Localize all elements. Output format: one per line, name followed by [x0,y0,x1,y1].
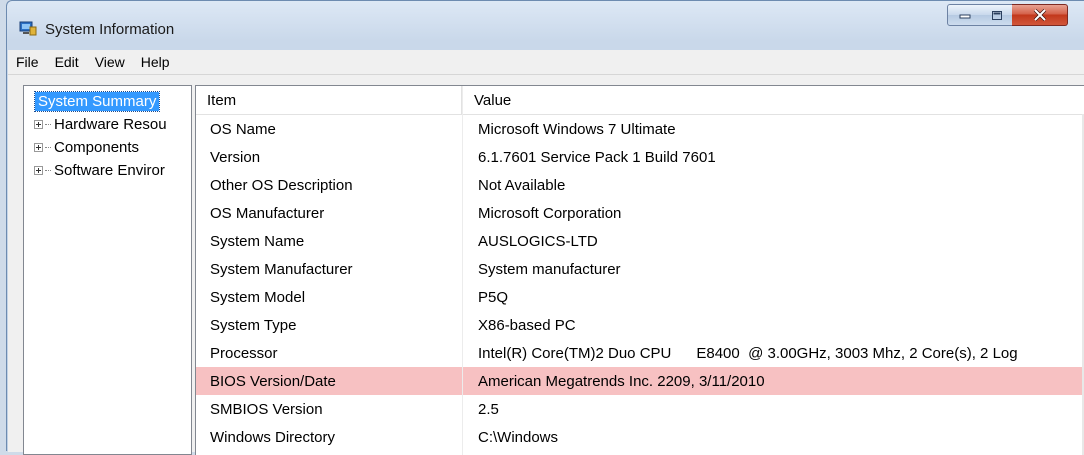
table-row[interactable]: Other OS Description Not Available [196,171,1084,199]
tree-item-system-summary[interactable]: System Summary [33,90,161,112]
tree-item-label: Components [54,138,140,156]
value-cell: Microsoft Windows 7 Ultimate [478,120,676,138]
item-cell: OS Name [210,120,276,138]
table-row-highlighted[interactable]: BIOS Version/Date American Megatrends In… [196,367,1084,395]
menu-view[interactable]: View [87,54,133,70]
table-row[interactable]: System Type X86-based PC [196,311,1084,339]
table-row[interactable]: Version 6.1.7601 Service Pack 1 Build 76… [196,143,1084,171]
value-cell: 2.5 [478,400,499,418]
table-row[interactable]: Windows Directory C:\Windows [196,423,1084,451]
tree-item-software-environment[interactable]: Software Enviror [34,159,165,181]
category-tree[interactable]: System Summary Hardware Resou Components… [23,85,192,455]
value-cell: AUSLOGICS-LTD [478,232,598,250]
value-cell: System manufacturer [478,260,621,278]
tree-item-label: System Summary [33,90,161,112]
column-header-value[interactable]: Value [463,86,1084,114]
menu-help[interactable]: Help [133,54,178,70]
minimize-icon [959,14,970,19]
item-cell: Version [210,148,261,166]
close-icon [1033,9,1046,21]
menu-edit[interactable]: Edit [47,54,87,70]
table-row[interactable]: System Name AUSLOGICS-LTD [196,227,1084,255]
expand-icon[interactable] [34,119,43,129]
close-button[interactable] [1012,4,1068,26]
table-row[interactable]: OS Manufacturer Microsoft Corporation [196,199,1084,227]
maximize-icon [991,10,1002,20]
expand-icon[interactable] [34,165,43,175]
item-cell: System Name [210,232,305,250]
value-cell: C:\Windows [478,428,559,446]
minimize-button[interactable] [947,4,982,26]
tree-item-hardware-resources[interactable]: Hardware Resou [34,113,167,135]
column-divider [462,86,463,455]
value-cell: X86-based PC [478,316,576,334]
table-row[interactable]: Processor Intel(R) Core(TM)2 Duo CPU E84… [196,339,1084,367]
tree-item-label: Software Enviror [54,161,165,179]
column-header-item[interactable]: Item [196,86,462,114]
value-cell: P5Q [478,288,509,306]
tree-item-label: Hardware Resou [54,115,167,133]
title-bar[interactable]: System Information [7,1,1084,51]
item-cell: System Type [210,316,297,334]
item-cell: OS Manufacturer [210,204,325,222]
menu-bar: File Edit View Help [8,50,1084,75]
item-cell: SMBIOS Version [210,400,323,418]
value-cell: Not Available [478,176,566,194]
item-cell: System Model [210,288,306,306]
details-list[interactable]: Item Value OS Name Microsoft Windows 7 U… [195,85,1084,455]
item-cell: Other OS Description [210,176,353,194]
item-cell: System Manufacturer [210,260,353,278]
value-cell: Intel(R) Core(TM)2 Duo CPU E8400 @ 3.00G… [478,344,1018,362]
table-row[interactable]: System Model P5Q [196,283,1084,311]
expand-icon[interactable] [34,142,43,152]
system-information-icon [19,21,37,36]
system-information-window: System Information File Edit View Help S… [6,0,1084,455]
item-cell: BIOS Version/Date [210,372,336,390]
value-cell: American Megatrends Inc. 2209, 3/11/2010 [478,372,765,390]
window-title: System Information [45,21,175,38]
table-row[interactable]: System Manufacturer System manufacturer [196,255,1084,283]
value-cell: Microsoft Corporation [478,204,622,222]
value-cell: 6.1.7601 Service Pack 1 Build 7601 [478,148,716,166]
table-row[interactable]: SMBIOS Version 2.5 [196,395,1084,423]
maximize-button[interactable] [981,4,1013,26]
table-row[interactable]: OS Name Microsoft Windows 7 Ultimate [196,115,1084,143]
item-cell: Windows Directory [210,428,336,446]
item-cell: Processor [210,344,278,362]
list-header: Item Value [196,86,1084,115]
tree-item-components[interactable]: Components [34,136,139,158]
menu-file[interactable]: File [8,54,47,70]
client-area: System Summary Hardware Resou Components… [8,75,1084,455]
